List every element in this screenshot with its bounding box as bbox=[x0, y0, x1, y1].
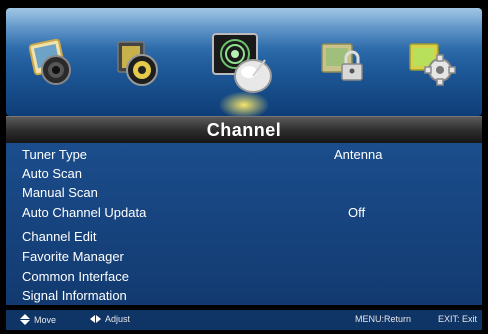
key-hint-bar: Move Adjust MENU:Return EXIT: Exit bbox=[6, 310, 482, 330]
menu-item-label: Manual Scan bbox=[22, 185, 98, 200]
move-hint-label: Move bbox=[34, 314, 57, 325]
menu-item-auto-channel-updata[interactable]: Auto Channel Updata Off bbox=[6, 203, 482, 223]
sound-icon[interactable] bbox=[110, 38, 164, 88]
menu-item-favorite-manager[interactable]: Favorite Manager bbox=[6, 247, 482, 267]
menu-item-tuner-type[interactable]: Tuner Type Antenna bbox=[6, 145, 482, 165]
tv-osd-menu: Channel Tuner Type Antenna Auto Scan Man… bbox=[0, 0, 488, 334]
menu-item-signal-information[interactable]: Signal Information bbox=[6, 286, 482, 306]
exit-hint: EXIT: Exit bbox=[438, 314, 477, 324]
menu-item-label: Tuner Type bbox=[22, 147, 88, 162]
auto-channel-updata-value: Off bbox=[348, 205, 366, 220]
menu-item-label: Signal Information bbox=[22, 288, 127, 303]
menu-return-label: MENU:Return bbox=[355, 314, 412, 324]
menu-item-auto-scan[interactable]: Auto Scan bbox=[6, 164, 482, 184]
channel-menu-list: Tuner Type Antenna Auto Scan Manual Scan… bbox=[6, 143, 482, 305]
lock-icon[interactable] bbox=[316, 38, 370, 88]
picture-icon[interactable] bbox=[26, 38, 80, 88]
page-title: Channel bbox=[206, 119, 282, 140]
tuner-type-value: Antenna bbox=[334, 147, 383, 162]
menu-item-label: Common Interface bbox=[22, 269, 129, 284]
up-down-arrows-icon bbox=[20, 314, 30, 325]
selected-menu-glow bbox=[220, 92, 268, 118]
menu-item-label: Channel Edit bbox=[22, 229, 97, 244]
channel-satellite-icon[interactable] bbox=[209, 30, 281, 100]
menu-return-hint: MENU:Return bbox=[355, 314, 411, 324]
setup-gear-icon[interactable] bbox=[404, 38, 458, 88]
left-right-arrows-icon bbox=[90, 315, 101, 323]
adjust-hint: Adjust bbox=[90, 314, 130, 324]
exit-label: EXIT: Exit bbox=[438, 314, 478, 324]
menu-item-label: Auto Channel Updata bbox=[22, 205, 147, 220]
menu-item-label: Favorite Manager bbox=[22, 249, 124, 264]
menu-item-channel-edit[interactable]: Channel Edit bbox=[6, 227, 482, 247]
menu-item-label: Auto Scan bbox=[22, 166, 82, 181]
adjust-hint-label: Adjust bbox=[105, 314, 131, 324]
menu-item-manual-scan[interactable]: Manual Scan bbox=[6, 183, 482, 203]
menu-title-bar: Channel bbox=[6, 116, 482, 144]
move-hint: Move bbox=[20, 314, 56, 325]
menu-item-common-interface[interactable]: Common Interface bbox=[6, 267, 482, 287]
